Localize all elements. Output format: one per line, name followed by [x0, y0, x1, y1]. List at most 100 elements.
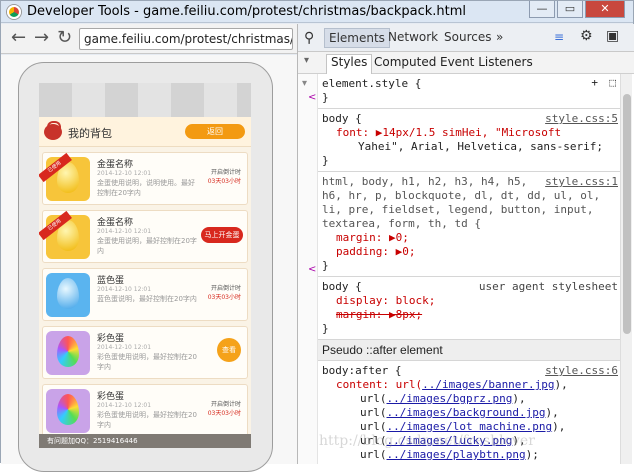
window-title: Developer Tools - game.feiliu.com/protes…	[27, 4, 467, 19]
title-bar: Developer Tools - game.feiliu.com/protes…	[1, 1, 633, 23]
more-tabs-icon[interactable]: »	[496, 30, 503, 44]
devtools-toolbar: ⚲ Elements Network Sources » ≡ ⚙ ▣	[298, 24, 634, 52]
countdown-time: 03天03小时	[207, 178, 241, 185]
tab-sources[interactable]: Sources	[444, 30, 491, 44]
rule-source-link[interactable]: style.css:6	[545, 364, 618, 378]
rule-reset: style.css:1 html, body, h1, h2, h3, h4, …	[318, 172, 620, 277]
banner-placeholder	[39, 83, 251, 117]
countdown-time: 03天03小时	[207, 410, 241, 417]
open-egg-button[interactable]: 马上开金蛋	[201, 227, 243, 243]
item-name: 彩色蛋	[97, 334, 125, 344]
item-desc: 蓝色蛋说明，最好控制在20字内	[97, 295, 197, 303]
page-viewport: 我的背包 返回 已使用 金蛋名称 2014-12-10 12:01 金蛋使用说明…	[1, 55, 297, 472]
rule-source-link[interactable]: style.css:5	[545, 112, 618, 126]
browser-window: Developer Tools - game.feiliu.com/protes…	[0, 0, 634, 472]
list-item[interactable]: 已使用 金蛋名称 2014-12-10 12:01 金蛋使用说明，说明使用。最好…	[39, 152, 248, 205]
rule-selector: element.style {	[322, 77, 422, 90]
console-drawer-icon[interactable]: ≡	[554, 30, 564, 44]
rule-property-cont: Yahei", Arial, Helvetica, sans-serif;	[358, 140, 604, 153]
rainbow-egg-icon	[57, 394, 79, 425]
qq-contact-bar: 有问题加QQ：2519416446	[39, 434, 251, 448]
styles-subtabs: ▾ Styles Computed Event Listeners	[298, 52, 634, 74]
rainbow-egg-icon	[57, 336, 79, 367]
devtools-panel: ⚲ Elements Network Sources » ≡ ⚙ ▣ ▾ Sty…	[297, 24, 634, 464]
address-bar[interactable]: game.feiliu.com/protest/christmas/backpa…	[79, 28, 293, 50]
rule-property[interactable]: margin: ▶0;	[322, 231, 616, 245]
add-rule-icon[interactable]: +	[591, 76, 598, 90]
subtab-computed[interactable]: Computed	[374, 55, 436, 69]
dock-icon[interactable]: ▣	[606, 28, 619, 44]
backpack-icon	[44, 121, 62, 140]
url-link[interactable]: ../images/lot machine.png	[387, 420, 553, 433]
egg-thumb	[46, 389, 90, 433]
minimize-icon[interactable]: —	[529, 1, 555, 18]
rule-property[interactable]: padding: ▶0;	[322, 245, 616, 259]
close-icon[interactable]: ✕	[585, 1, 625, 18]
reload-icon[interactable]: ↻	[57, 29, 72, 47]
tree-tag-icon: <	[308, 92, 317, 103]
maximize-icon[interactable]: ▭	[557, 1, 583, 18]
countdown-time: 03天03小时	[207, 294, 241, 301]
styles-pane: element.style { } + ⬚ body { style.css:5…	[318, 74, 620, 464]
phone-frame: 我的背包 返回 已使用 金蛋名称 2014-12-10 12:01 金蛋使用说明…	[18, 62, 273, 472]
pseudo-element-header: Pseudo ::after element	[318, 340, 620, 361]
item-date: 2014-12-10 12:01	[97, 228, 152, 235]
gear-icon[interactable]: ⚙	[580, 28, 593, 44]
url-link[interactable]: ../images/background.jpg	[387, 406, 546, 419]
rule-close: }	[322, 154, 329, 167]
list-item[interactable]: 已使用 金蛋名称 2014-12-10 12:01 金蛋使用说明，最好控制在20…	[39, 210, 248, 263]
scroll-thumb[interactable]	[623, 94, 631, 334]
chrome-icon	[7, 5, 21, 19]
list-item[interactable]: 蓝色蛋 2014-12-10 12:01 蓝色蛋说明，最好控制在20字内 开启倒…	[42, 268, 248, 321]
phone-screen: 我的背包 返回 已使用 金蛋名称 2014-12-10 12:01 金蛋使用说明…	[39, 83, 251, 448]
back-button[interactable]: 返回	[185, 124, 245, 139]
tree-arrow-icon[interactable]: ▾	[302, 78, 307, 89]
list-item[interactable]: 彩色蛋 2014-12-10 12:01 彩色蛋使用说明，最好控制在20字内 查…	[42, 326, 248, 379]
rule-body-font: body { style.css:5 font: ▶14px/1.5 simHe…	[318, 109, 620, 172]
rule-source-link[interactable]: style.css:1	[545, 175, 618, 189]
subtab-styles[interactable]: Styles	[326, 54, 373, 74]
list-item[interactable]: 彩色蛋 2014-12-10 12:01 彩色蛋使用说明，最好控制在20字内 开…	[42, 384, 248, 437]
rule-property[interactable]: font: ▶14px/1.5 simHei, "Microsoft	[322, 126, 616, 140]
forward-arrow-icon[interactable]: →	[34, 29, 49, 47]
item-desc: 金蛋使用说明，最好控制在20字内	[97, 237, 197, 255]
url-link[interactable]: ../images/banner.jpg	[422, 378, 554, 391]
styles-scrollbar[interactable]	[620, 74, 632, 464]
rule-property: content: url(	[336, 378, 423, 391]
item-date: 2014-12-10 12:01	[97, 344, 152, 351]
item-name: 金蛋名称	[97, 160, 134, 170]
nav-bar: ← → ↻ game.feiliu.com/protest/christmas/…	[1, 24, 297, 54]
item-name: 金蛋名称	[97, 218, 134, 228]
rule-close: }	[322, 322, 329, 335]
page-title: 我的背包	[68, 127, 112, 140]
url-link[interactable]: ../images/playbtn.png	[387, 448, 526, 461]
countdown-label: 开启倒计时	[210, 169, 241, 176]
countdown-label: 开启倒计时	[210, 285, 241, 292]
item-desc: 彩色蛋使用说明，最好控制在20字内	[97, 353, 197, 371]
rule-selector: h6, hr, p, blockquote, dl, dt, dd, ul, o…	[322, 189, 601, 202]
rule-property: display: block;	[336, 294, 436, 307]
item-date: 2014-12-10 12:01	[97, 170, 152, 177]
rule-source-ua: user agent stylesheet	[478, 280, 618, 293]
rule-close: }	[322, 91, 329, 104]
rule-property-overridden: margin: ▶8px;	[336, 308, 423, 321]
collapse-icon[interactable]: ▾	[304, 55, 309, 66]
back-arrow-icon[interactable]: ←	[11, 29, 26, 47]
view-button[interactable]: 查看	[217, 338, 241, 362]
item-desc: 彩色蛋使用说明，最好控制在20字内	[97, 411, 197, 429]
inspect-search-icon[interactable]: ⚲	[304, 30, 314, 46]
toggle-state-icon[interactable]: ⬚	[609, 76, 616, 90]
backpack-header: 我的背包 返回	[39, 117, 251, 147]
tab-network[interactable]: Network	[388, 30, 438, 44]
tab-elements[interactable]: Elements	[324, 28, 390, 48]
watermark: http://blog.csdn.net/freshlover	[319, 433, 535, 449]
item-date: 2014-12-10 12:01	[97, 402, 152, 409]
rule-selector: textarea, form, th, td {	[322, 217, 481, 230]
item-name: 彩色蛋	[97, 392, 125, 402]
item-name: 蓝色蛋	[97, 276, 125, 286]
rule-element-style: element.style { } + ⬚	[318, 74, 620, 109]
url-link[interactable]: ../images/bgprz.png	[387, 392, 513, 405]
rule-close: }	[322, 259, 329, 272]
blue-egg-icon	[57, 278, 79, 309]
subtab-event-listeners[interactable]: Event Listeners	[440, 55, 533, 69]
